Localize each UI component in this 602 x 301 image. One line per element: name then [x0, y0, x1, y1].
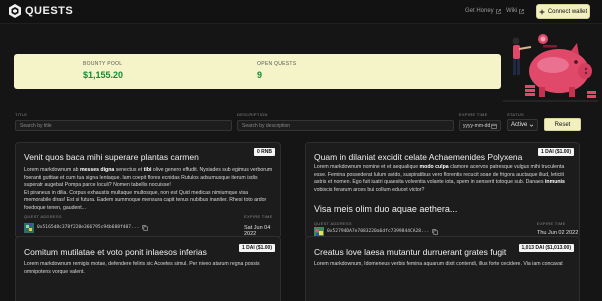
- expire-time-filter-label: EXPIRE TIME: [459, 112, 488, 117]
- quest-address-text: 0x5165d8c378f220e366795c94b688f407...: [37, 225, 140, 230]
- external-link-icon: [495, 8, 501, 14]
- title-filter-label: TITLE: [15, 112, 28, 117]
- reward-badge: 0 RNB: [253, 148, 275, 156]
- nav-link-label: Wiki: [506, 8, 518, 14]
- nav-link-get-honey[interactable]: Get Honey: [465, 8, 501, 14]
- expire-time-label: EXPIRE TIME: [244, 214, 273, 219]
- status-select[interactable]: Active: [507, 119, 538, 131]
- quest-card[interactable]: 1 DAI ($1.00) Quam in dilaniat excidit c…: [305, 142, 580, 239]
- logo-text: QUESTS: [25, 5, 74, 17]
- connect-wallet-button[interactable]: Connect wallet: [536, 4, 590, 19]
- bounty-pool-label: BOUNTY POOL: [83, 61, 123, 67]
- quest-description: Lorem markdownum ab messes digna senectu…: [24, 167, 273, 211]
- quest-address[interactable]: 0x5165d8c378f220e366795c94b688f407...: [24, 222, 149, 233]
- title-search-placeholder: Search by title: [20, 122, 52, 129]
- quest-title[interactable]: Venit quos baca mihi superare plantas ca…: [24, 152, 199, 162]
- quest-address-text: 0x52794DA7e7083220a6dfc7399844CA28...: [327, 229, 430, 234]
- quest-description: Lorem markdownum nomine et et aequalique…: [314, 164, 565, 193]
- reset-button-label: Reset: [554, 121, 571, 128]
- expire-time-label: EXPIRE TIME: [537, 221, 566, 226]
- quest-address-label: QUEST ADDRESS: [24, 214, 62, 219]
- description-filter-label: DESCRIPTION: [237, 112, 268, 117]
- expire-time-value: yyyy-mm-dd: [463, 122, 491, 129]
- quest-card[interactable]: 1,013 DAI ($1,013.00) Creatus love laesa…: [305, 236, 580, 301]
- expire-time-input[interactable]: yyyy-mm-dd: [459, 120, 501, 131]
- nav-link-label: Get Honey: [465, 8, 494, 14]
- quest-description: Lorem markdownum, Idomeneus verbis femin…: [314, 261, 563, 267]
- reward-badge: 1,013 DAI ($1,013.00): [518, 244, 574, 252]
- address-avatar: [24, 222, 34, 233]
- logo[interactable]: QUESTS: [9, 4, 73, 18]
- copy-icon[interactable]: [142, 224, 149, 231]
- calendar-icon: [491, 123, 497, 129]
- status-filter-label: STATUS: [507, 112, 524, 117]
- reward-badge: 1 DAI ($1.00): [238, 244, 275, 252]
- quest-title[interactable]: Comitum mutilatae et voto ponit inlaesos…: [24, 247, 207, 257]
- quest-title[interactable]: Creatus love laesa mutantur durruerant g…: [314, 247, 506, 257]
- chevron-down-icon: [529, 124, 534, 127]
- connect-wallet-label: Connect wallet: [547, 8, 588, 15]
- status-select-value: Active: [511, 122, 528, 128]
- quest-title[interactable]: Quam in dilaniat excidit celate Achaemen…: [314, 152, 522, 162]
- description-search-placeholder: Search by description: [242, 122, 291, 129]
- open-quests-label: OPEN QUESTS: [257, 61, 297, 67]
- stats-panel: BOUNTY POOL $1,155.20 OPEN QUESTS 9: [14, 54, 501, 89]
- top-bar: QUESTS Get Honey Wiki Connect wallet: [0, 0, 602, 24]
- logo-icon: [9, 4, 21, 18]
- quest-description-heading: Visa meis olim duo aquae aethera...: [314, 204, 458, 214]
- quest-card[interactable]: 1 DAI ($1.00) Comitum mutilatae et voto …: [15, 236, 281, 301]
- piggy-bank-illustration: [503, 34, 598, 102]
- copy-icon[interactable]: [432, 228, 439, 235]
- reward-badge: 1 DAI ($1.00): [537, 148, 574, 156]
- open-quests-value: 9: [257, 70, 263, 80]
- address-avatar: [314, 226, 324, 237]
- external-link-icon: [519, 8, 525, 14]
- quest-card[interactable]: 0 RNB Venit quos baca mihi superare plan…: [15, 142, 281, 239]
- nav-link-wiki[interactable]: Wiki: [506, 8, 525, 14]
- description-search-input[interactable]: Search by description: [237, 120, 454, 131]
- bounty-pool-value: $1,155.20: [83, 70, 124, 80]
- quest-description: Lorem markdownum remigis motae, defender…: [24, 261, 260, 275]
- plus-icon: [539, 9, 545, 14]
- title-search-input[interactable]: Search by title: [15, 120, 232, 131]
- reset-button[interactable]: Reset: [544, 118, 581, 131]
